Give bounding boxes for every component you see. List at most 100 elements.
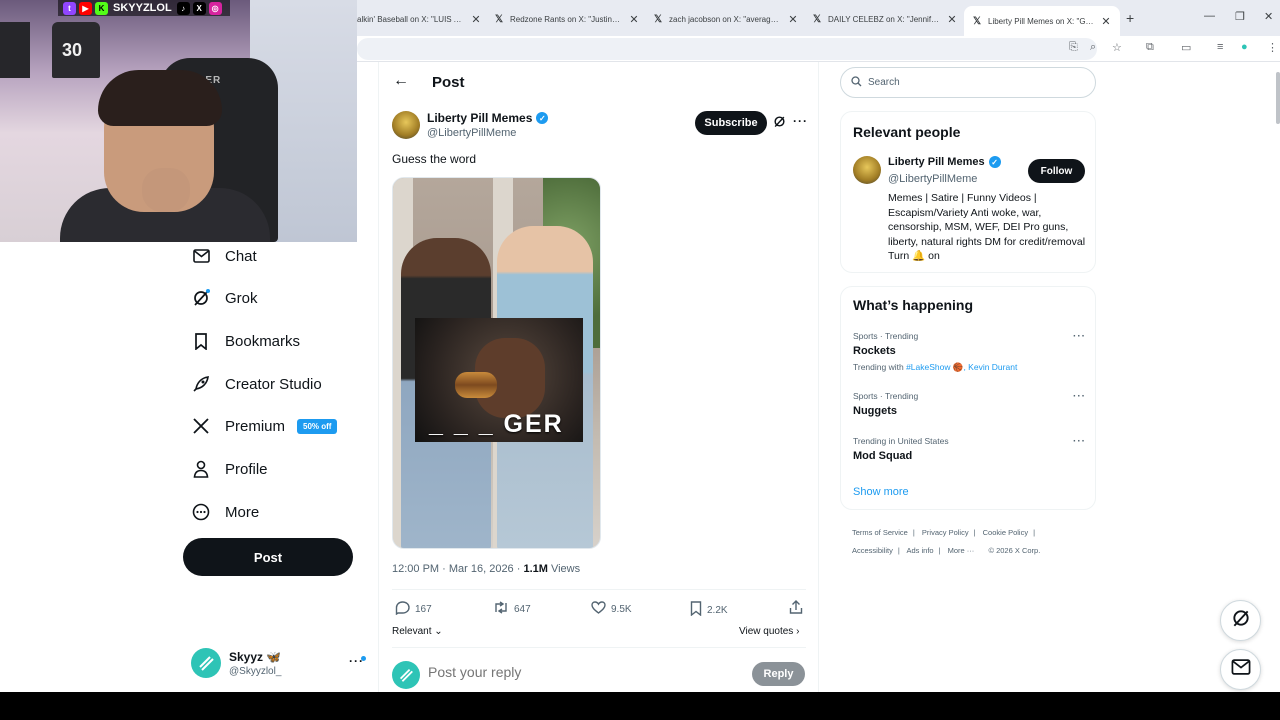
repost-icon xyxy=(493,601,509,617)
grok-fab-button[interactable] xyxy=(1220,600,1261,641)
trend-item[interactable]: Sports · Trending Rockets Trending with … xyxy=(853,331,1083,373)
mail-icon xyxy=(191,246,211,266)
browser-tab[interactable]: alkin' Baseball on X: "LUIS ARRA ✕ xyxy=(357,8,482,30)
media-control-icon[interactable]: ≡ xyxy=(1217,41,1223,53)
restore-icon[interactable]: ❐ xyxy=(1235,10,1245,23)
install-icon[interactable]: ⎘ xyxy=(1069,41,1078,54)
post-video[interactable]: _ _ _ GER xyxy=(392,177,601,549)
star-icon[interactable]: ☆ xyxy=(1112,41,1122,54)
reply-button[interactable]: Reply xyxy=(752,662,805,686)
more-dots-icon[interactable]: ··· xyxy=(793,114,808,128)
tab-close-icon[interactable]: ✕ xyxy=(946,13,958,26)
author-avatar[interactable] xyxy=(392,111,420,139)
trend-item[interactable]: Trending in United States Mod Squad xyxy=(853,436,1083,462)
search-icon xyxy=(851,75,862,90)
minimize-icon[interactable]: — xyxy=(1204,10,1215,22)
video-caption: _ _ _ GER xyxy=(429,410,564,438)
person-name[interactable]: Liberty Pill Memes ✓ xyxy=(888,156,1001,168)
nav-item-grok[interactable]: Grok xyxy=(191,284,258,312)
grok-icon[interactable] xyxy=(773,115,786,131)
bookmark-icon xyxy=(690,601,702,619)
zoom-icon[interactable]: ⌕ xyxy=(1090,41,1096,54)
instagram-icon: ◎ xyxy=(208,1,222,15)
more-dots-icon[interactable]: ··· xyxy=(1073,331,1086,342)
new-tab-icon[interactable]: + xyxy=(1126,10,1134,26)
author-name[interactable]: Liberty Pill Memes ✓ xyxy=(427,111,549,125)
more-link[interactable]: More ··· xyxy=(948,546,975,555)
chevron-down-icon: ⌄ xyxy=(431,626,443,637)
avatar[interactable] xyxy=(853,156,881,184)
tab-close-icon[interactable]: ✕ xyxy=(787,13,799,26)
scrollbar[interactable] xyxy=(1276,72,1280,124)
twitch-icon: t xyxy=(63,1,76,15)
browser-tab[interactable]: 𝕏 zach jacobson on X: "average g ✕ xyxy=(653,8,799,30)
address-bar[interactable] xyxy=(357,38,1097,60)
person-handle[interactable]: @LibertyPillMeme xyxy=(888,173,977,185)
card-title: What’s happening xyxy=(853,297,974,313)
tab-close-icon[interactable]: ✕ xyxy=(470,13,482,26)
social-handles-bar: t ▶ K SKYYZLOL ♪ X ◎ xyxy=(58,0,230,16)
webcam-overlay: 30 PACER t ▶ K SKYYZLOL ♪ X ◎ xyxy=(0,0,357,242)
reply-input[interactable] xyxy=(428,664,728,680)
grok-icon xyxy=(191,288,211,308)
bookmark-action[interactable]: 2.2K xyxy=(690,601,728,619)
account-handle: @Skyyzlol_ xyxy=(229,666,282,677)
like-action[interactable]: 9.5K xyxy=(591,601,632,617)
profile-icon[interactable]: ● xyxy=(1241,41,1248,53)
show-more-link[interactable]: Show more xyxy=(853,486,909,498)
reply-icon xyxy=(395,601,410,618)
menu-icon[interactable]: ⋮ xyxy=(1267,41,1278,54)
search-input[interactable]: Search xyxy=(840,67,1096,98)
x-logo-icon xyxy=(191,416,211,436)
card-title: Relevant people xyxy=(853,124,961,140)
terms-link[interactable]: Terms of Service xyxy=(852,528,908,537)
view-quotes-link[interactable]: View quotes › xyxy=(739,626,799,637)
close-window-icon[interactable]: ✕ xyxy=(1264,10,1273,23)
messages-fab-button[interactable] xyxy=(1220,649,1261,690)
nav-item-more[interactable]: More xyxy=(191,498,259,526)
back-arrow-icon[interactable]: ← xyxy=(393,72,409,90)
nav-item-bookmarks[interactable]: Bookmarks xyxy=(191,327,300,355)
trend-item[interactable]: Sports · Trending Nuggets xyxy=(853,391,1083,417)
rocket-icon xyxy=(191,374,211,394)
nav-item-profile[interactable]: Profile xyxy=(191,455,268,483)
more-dots-icon[interactable]: ··· xyxy=(1073,391,1086,402)
reply-action[interactable]: 167 xyxy=(395,601,432,618)
repost-action[interactable]: 647 xyxy=(493,601,531,617)
ads-info-link[interactable]: Ads info xyxy=(906,546,933,555)
browser-tab[interactable]: 𝕏 DAILY CELEBZ on X: "Jennifer Lo ✕ xyxy=(812,8,958,30)
x-logo-icon: 𝕏 xyxy=(812,13,822,25)
follow-button[interactable]: Follow xyxy=(1028,159,1085,183)
person-bio: Memes | Satire | Funny Videos | Escapism… xyxy=(888,192,1086,263)
copyright: © 2026 X Corp. xyxy=(988,546,1041,555)
nav-item-chat[interactable]: Chat xyxy=(191,242,257,270)
browser-tab[interactable]: 𝕏 Redzone Rants on X: "Justin Fie ✕ xyxy=(494,8,640,30)
nav-item-premium[interactable]: Premium 50% off xyxy=(191,412,338,440)
subscribe-button[interactable]: Subscribe xyxy=(695,111,767,135)
nav-item-creator-studio[interactable]: Creator Studio xyxy=(191,370,322,398)
verified-badge-icon: ✓ xyxy=(988,156,1001,168)
avatar xyxy=(191,648,221,678)
tab-close-icon[interactable]: ✕ xyxy=(1100,15,1112,28)
sort-replies-dropdown[interactable]: Relevant ⌄ xyxy=(392,626,443,637)
compose-post-button[interactable]: Post xyxy=(183,538,353,576)
more-dots-icon[interactable]: ··· xyxy=(1073,436,1086,447)
share-icon[interactable] xyxy=(789,600,803,617)
footer-links: Terms of Service | Privacy Policy | Cookie… xyxy=(852,528,1041,555)
more-circle-icon xyxy=(191,502,211,522)
accessibility-link[interactable]: Accessibility xyxy=(852,546,893,555)
mail-icon xyxy=(1231,659,1251,680)
author-handle[interactable]: @LibertyPillMeme xyxy=(427,127,516,139)
privacy-link[interactable]: Privacy Policy xyxy=(922,528,969,537)
sidebar-icon[interactable]: ▭ xyxy=(1181,41,1191,54)
channel-name: SKYYZLOL xyxy=(113,2,172,14)
account-name: Skyyz 🦋 xyxy=(229,650,282,664)
tiktok-icon: ♪ xyxy=(176,1,190,15)
heart-icon xyxy=(591,601,606,617)
cookie-link[interactable]: Cookie Policy xyxy=(983,528,1028,537)
discount-badge: 50% off xyxy=(297,418,338,434)
account-switcher[interactable]: Skyyz 🦋 @Skyyzlol_ ··· xyxy=(191,648,366,682)
tab-close-icon[interactable]: ✕ xyxy=(628,13,640,26)
extensions-icon[interactable]: ⧉ xyxy=(1146,41,1154,54)
browser-tab-active[interactable]: 𝕏 Liberty Pill Memes on X: "Gues ✕ xyxy=(964,6,1120,36)
